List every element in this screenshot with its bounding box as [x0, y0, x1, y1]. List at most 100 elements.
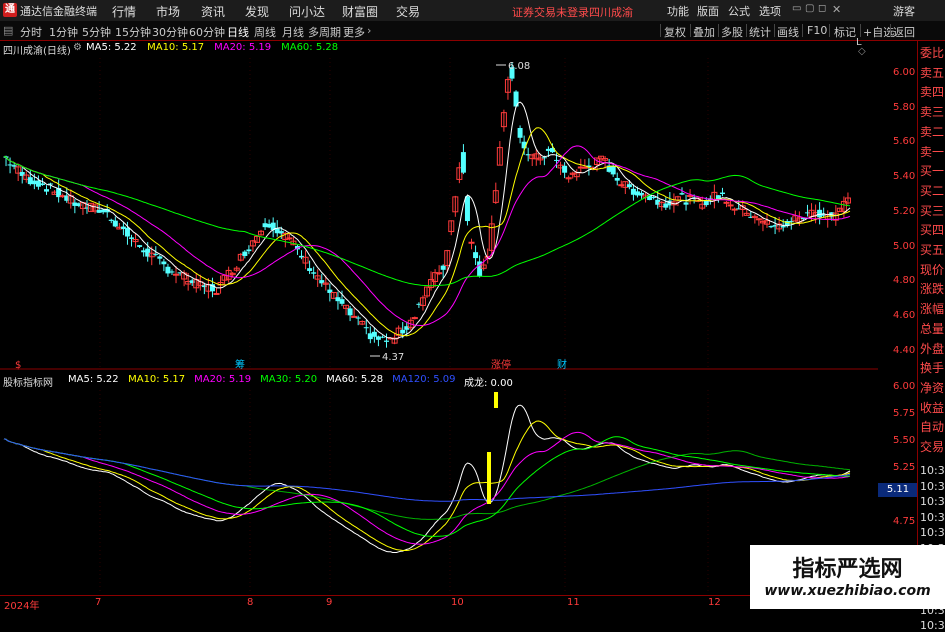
low-price-label: 4.37: [382, 352, 404, 363]
window-icon[interactable]: ▢: [805, 3, 814, 14]
menu-quotes[interactable]: 行情: [112, 3, 136, 20]
candlestick: [464, 194, 470, 226]
period-tab-weekly[interactable]: 周线: [254, 24, 276, 40]
side-panel-item: 买三: [920, 203, 945, 218]
date-axis-label: 9: [326, 597, 333, 608]
app-logo-icon: 通: [3, 3, 17, 17]
menu-function[interactable]: 功能: [667, 3, 689, 19]
period-tab-daily[interactable]: 日线: [227, 24, 249, 40]
menu-trade[interactable]: 交易: [396, 3, 420, 20]
candlestick: [581, 159, 588, 169]
period-tab-5min[interactable]: 5分钟: [82, 24, 111, 40]
period-tab-30min[interactable]: 30分钟: [152, 24, 188, 40]
close-icon[interactable]: ✕: [832, 3, 841, 16]
menu-formula[interactable]: 公式: [728, 3, 750, 19]
watermark: 指标严选网 www.xuezhibiao.com: [750, 545, 945, 609]
price-axis-tick: 6.00: [893, 67, 916, 78]
menu-ask[interactable]: 问小达: [289, 3, 325, 20]
period-tab-monthly[interactable]: 月线: [282, 24, 304, 40]
candlestick: [165, 263, 171, 277]
price-ma-legend-item: MA5: 5.22: [86, 42, 137, 53]
indicator-chart-canvas[interactable]: [0, 372, 878, 594]
back-button[interactable]: 返回: [893, 24, 915, 40]
f10-button[interactable]: F10: [807, 24, 827, 37]
indicator-ma-legend-item: MA30: 5.20: [260, 374, 318, 385]
period-tab-60min[interactable]: 60分钟: [189, 24, 225, 40]
side-panel-time: 10:38: [920, 464, 945, 477]
side-panel-item: 卖五: [920, 65, 945, 80]
menu-market[interactable]: 市场: [156, 3, 180, 20]
overlay-button[interactable]: 叠加: [693, 24, 715, 40]
candlestick: [500, 109, 507, 132]
moving-average-line: [3, 127, 851, 337]
guest-user[interactable]: 游客: [893, 3, 915, 19]
side-panel-item: 涨跌: [920, 282, 945, 297]
period-tab-1min[interactable]: 1分钟: [49, 24, 78, 40]
period-tab-timeshare[interactable]: 分时: [20, 24, 42, 40]
event-marker: 筹: [235, 358, 245, 370]
candlestick: [44, 185, 50, 195]
restore-icon[interactable]: ◻: [818, 3, 826, 14]
candlestick: [513, 90, 519, 108]
quote-side-panel: 委比 卖五 卖四 卖三 卖二 卖一 买一 买二 买三 买四 买五 现价 涨跌 涨幅 总量 外盘 换手 净资 收益 自动…: [917, 40, 945, 632]
indicator-axis-tick: 4.75: [893, 516, 916, 527]
candlestick: [258, 229, 265, 236]
price-axis-tick: 4.60: [893, 309, 916, 321]
period-tab-more[interactable]: 更多: [343, 24, 365, 40]
side-panel-item: 卖二: [920, 124, 945, 139]
candlestick: [504, 76, 511, 100]
candlestick: [460, 144, 466, 175]
indicator-panel[interactable]: 股标指标网 MA5: 5.22 MA10: 5.17 MA20: 5.19 MA30:…: [0, 372, 878, 594]
menu-options[interactable]: 选项: [759, 3, 781, 19]
stats-button[interactable]: 统计: [749, 24, 771, 40]
login-notice[interactable]: 证券交易未登录: [512, 4, 589, 20]
price-axis: 6.00 5.80 5.60 5.40 5.20 5.00 4.80 4.60 4.40 6.00…: [878, 40, 918, 595]
period-tab-15min[interactable]: 15分钟: [115, 24, 151, 40]
price-chart-panel[interactable]: 6.08 4.37 $ 筹 涨停 财 四川成渝(日线) ⚙ MA5: 5.22 MA10: …: [0, 37, 878, 370]
mark-button[interactable]: 标记: [834, 24, 856, 40]
multi-stock-button[interactable]: 多股: [721, 24, 743, 40]
indicator-title: 股标指标网: [3, 378, 53, 389]
side-panel-item: 涨幅: [920, 302, 945, 317]
candlestick: [124, 221, 130, 245]
date-axis-label: 12: [708, 597, 721, 608]
indicator-axis-tick: 5.50: [893, 435, 916, 446]
menu-wealth[interactable]: 财富圈: [342, 3, 378, 20]
adjust-button[interactable]: 复权: [664, 24, 686, 40]
candlestick: [614, 172, 620, 186]
date-axis-label: 10: [451, 597, 464, 608]
candlestick: [302, 250, 309, 270]
price-ma-legend-item: MA20: 5.19: [214, 42, 272, 53]
event-marker: 涨停: [491, 358, 511, 370]
candlestick: [419, 295, 426, 311]
candlestick: [359, 320, 366, 326]
menu-toggle-icon[interactable]: ▤: [3, 24, 13, 37]
candlestick: [314, 269, 321, 288]
indicator-line: [3, 436, 851, 537]
settings-gear-icon[interactable]: ⚙: [73, 42, 82, 53]
candlestick: [683, 194, 689, 211]
price-chart-canvas[interactable]: 6.08 4.37 $ 筹 涨停 财: [0, 40, 878, 370]
indicator-line: [3, 438, 851, 502]
period-tab-multi[interactable]: 多周期: [308, 24, 341, 40]
menu-layout[interactable]: 版面: [697, 3, 719, 19]
stock-tag: 四川成渝: [589, 6, 633, 19]
indicator-ma-legend-item: MA60: 5.28: [326, 374, 384, 385]
draw-line-button[interactable]: 画线: [777, 24, 799, 40]
side-panel-item: 收益: [920, 400, 945, 415]
side-panel-item: 外盘: [920, 341, 945, 356]
minimize-icon[interactable]: ▭: [792, 3, 801, 14]
candlestick: [233, 265, 240, 273]
menu-news[interactable]: 资讯: [201, 3, 225, 20]
date-axis-label: 11: [567, 597, 580, 608]
indicator-ma-legend-item: MA10: 5.17: [128, 374, 186, 385]
watermark-url: www.xuezhibiao.com: [764, 583, 931, 599]
chevron-right-icon[interactable]: ›: [367, 24, 371, 37]
price-ma-legend-item: MA10: 5.17: [147, 42, 205, 53]
indicator-line: [3, 420, 851, 552]
high-price-label: 6.08: [508, 61, 530, 72]
side-panel-item: 自动: [920, 420, 945, 435]
event-marker: 财: [557, 358, 567, 370]
side-panel-time: 10:38: [920, 479, 945, 493]
menu-discover[interactable]: 发现: [245, 3, 269, 20]
